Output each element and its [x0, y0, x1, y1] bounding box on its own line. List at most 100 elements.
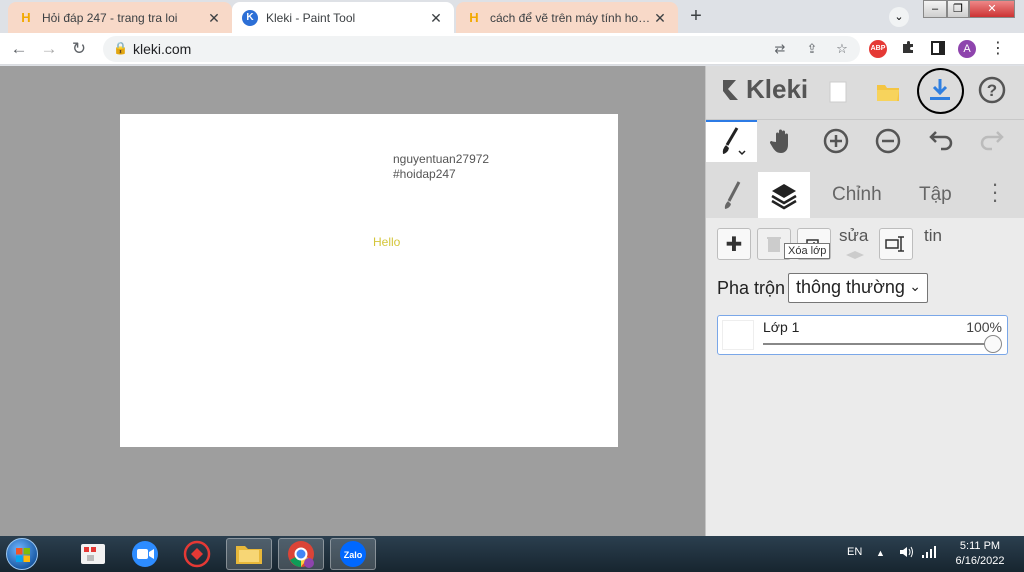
undo-button[interactable]: [923, 123, 959, 159]
clock-time: 5:11 PM: [959, 540, 1001, 552]
close-window-button[interactable]: ✕: [969, 0, 1015, 18]
info-label[interactable]: tin: [924, 226, 942, 246]
canvas-text-line1: nguyentuan27972: [393, 152, 490, 166]
translate-icon[interactable]: ⇄: [771, 40, 789, 58]
browser-tab-strip: H Hỏi đáp 247 - trang tra loi ✕ K Kleki …: [0, 0, 1024, 33]
brush-tool-button[interactable]: [714, 123, 750, 159]
tool-row: [706, 119, 1024, 162]
network-icon[interactable]: [921, 544, 937, 563]
clock-date: 6/16/2022: [955, 555, 1005, 567]
new-page-icon: [829, 81, 847, 103]
gaming-app-icon: [183, 540, 211, 568]
profile-avatar[interactable]: A: [958, 40, 976, 58]
close-icon[interactable]: ✕: [206, 10, 222, 26]
minimize-button[interactable]: –: [923, 0, 947, 18]
redo-icon: [980, 131, 1004, 151]
taskbar-app-gaming[interactable]: [174, 538, 220, 570]
hoidap-favicon-icon: H: [21, 10, 31, 25]
tab-file[interactable]: Tập: [919, 184, 952, 206]
tab-brush-settings[interactable]: [714, 177, 750, 213]
taskbar-app-zalo[interactable]: Zalo: [330, 538, 376, 570]
tab-adjust[interactable]: Chỉnh: [832, 184, 882, 206]
layer-item[interactable]: Lớp 1 100%: [717, 315, 1008, 355]
taskbar-app-chrome[interactable]: [278, 538, 324, 570]
new-image-button[interactable]: [820, 74, 856, 110]
bookmark-star-icon[interactable]: ☆: [833, 40, 851, 58]
tab-cach-de-ve[interactable]: H cách để vẽ trên máy tính hoặc lap ✕: [456, 2, 678, 33]
share-icon[interactable]: ⇪: [803, 40, 821, 58]
start-button[interactable]: [6, 538, 38, 570]
svg-text:?: ?: [987, 81, 997, 100]
opacity-slider-handle[interactable]: [984, 335, 1002, 353]
add-layer-button[interactable]: ✚: [717, 228, 751, 260]
kleki-logo-icon: [723, 79, 738, 100]
chrome-menu-icon[interactable]: ⋮: [989, 40, 1007, 58]
system-clock[interactable]: 5:11 PM 6/16/2022: [945, 539, 1015, 569]
new-tab-button[interactable]: +: [684, 5, 708, 29]
taskbar-app-explorer[interactable]: [226, 538, 272, 570]
trash-icon: [767, 237, 781, 252]
hand-tool-button[interactable]: [764, 123, 800, 159]
chrome-icon: [288, 541, 314, 568]
tab-kleki[interactable]: K Kleki - Paint Tool ✕: [232, 2, 454, 33]
rename-cursor-icon: [885, 236, 904, 252]
opacity-slider-track[interactable]: [763, 343, 995, 345]
zoom-in-button[interactable]: [818, 123, 854, 159]
remote-app-icon: [81, 544, 105, 564]
layer-name: Lớp 1: [763, 319, 800, 335]
open-file-button[interactable]: [870, 74, 906, 110]
taskbar-app-remote[interactable]: [70, 538, 116, 570]
brush-icon: [724, 181, 741, 209]
chevron-down-icon: ⌄: [909, 278, 921, 294]
address-bar[interactable]: 🔒 kleki.com ⇄ ⇪ ☆: [103, 36, 860, 62]
more-options-icon[interactable]: · · ·: [990, 173, 1000, 211]
language-indicator[interactable]: EN: [847, 546, 862, 558]
canvas-workspace[interactable]: nguyentuan27972 #hoidap247 Hello: [0, 66, 705, 536]
undo-icon: [929, 131, 953, 151]
close-icon[interactable]: ✕: [428, 10, 444, 26]
volume-icon[interactable]: [898, 544, 914, 563]
layer-properties-button[interactable]: [879, 228, 913, 260]
folder-icon: [877, 85, 899, 101]
kleki-favicon-icon: K: [242, 9, 258, 26]
zoom-out-button[interactable]: [870, 123, 906, 159]
drawing-canvas[interactable]: nguyentuan27972 #hoidap247 Hello: [120, 114, 618, 447]
reload-button[interactable]: ↻: [68, 38, 90, 60]
browser-toolbar: ← → ↻ 🔒 kleki.com ⇄ ⇪ ☆ ABP A ⋮: [0, 33, 1024, 65]
url-text: kleki.com: [133, 41, 192, 57]
merge-layer-icon[interactable]: [845, 247, 865, 259]
tab-hoidap247[interactable]: H Hỏi đáp 247 - trang tra loi ✕: [8, 2, 232, 33]
chevron-down-icon: ⌄: [894, 11, 904, 23]
zoom-in-icon: [823, 128, 849, 154]
zoom-app-icon: [132, 541, 158, 567]
back-button[interactable]: ←: [8, 38, 30, 60]
blend-mode-select[interactable]: thông thường ⌄: [788, 273, 928, 303]
rename-layer-label[interactable]: sửa: [839, 226, 868, 246]
redo-button[interactable]: [974, 123, 1010, 159]
taskbar-app-zoom[interactable]: [122, 538, 168, 570]
kleki-logo: Kleki: [720, 74, 808, 105]
help-icon: ?: [978, 76, 1006, 104]
canvas-text-line2: #hoidap247: [393, 167, 456, 181]
reading-list-icon[interactable]: [929, 40, 947, 58]
extensions-puzzle-icon[interactable]: [899, 40, 917, 58]
zalo-icon: Zalo: [340, 541, 366, 567]
close-icon[interactable]: ✕: [652, 10, 668, 26]
windows-taskbar: Zalo EN ▲ 5:11 PM 6/16/2022: [0, 536, 1024, 572]
hoidap-favicon-icon: H: [469, 10, 479, 25]
show-hidden-icons[interactable]: ▲: [876, 548, 885, 558]
logo-text: Kleki: [746, 74, 809, 104]
tab-title: Hỏi đáp 247 - trang tra loi: [42, 10, 178, 25]
adblock-extension-icon[interactable]: ABP: [869, 40, 887, 58]
tab-layers[interactable]: [766, 177, 802, 213]
maximize-button[interactable]: ❐: [947, 0, 969, 18]
blend-mode-label: Pha trộn: [717, 278, 786, 298]
help-button[interactable]: ?: [974, 72, 1010, 108]
layers-panel: ✚ sửa tin Xóa lớp Pha trộn thông thường …: [706, 218, 1024, 536]
layer-thumbnail: [722, 320, 754, 350]
tab-search-button[interactable]: ⌄: [889, 7, 909, 27]
forward-button[interactable]: →: [38, 38, 60, 60]
windows-flag-icon: [16, 548, 30, 562]
canvas-text-hello: Hello: [373, 235, 401, 249]
canvas-text-username: nguyentuan27972 #hoidap247: [393, 152, 489, 182]
